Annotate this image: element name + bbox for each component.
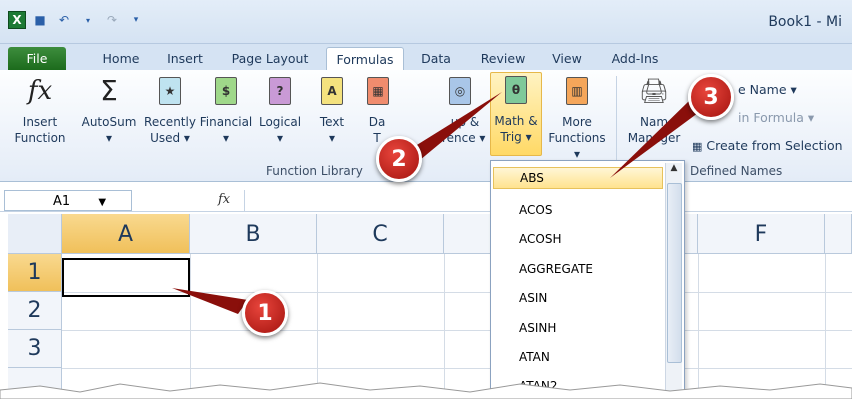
arrow-3 (610, 100, 702, 178)
annotation-arrows (172, 92, 702, 314)
callout-3: 3 (688, 74, 734, 120)
torn-edge (0, 382, 852, 399)
callout-1: 1 (242, 290, 288, 336)
excel-window: X ■ ↶ ▾ ↷ ▾ Book1 - Mi File Home Insert … (0, 0, 852, 399)
arrow-1 (172, 288, 248, 314)
arrow-2 (412, 92, 502, 160)
callout-2: 2 (376, 136, 422, 182)
